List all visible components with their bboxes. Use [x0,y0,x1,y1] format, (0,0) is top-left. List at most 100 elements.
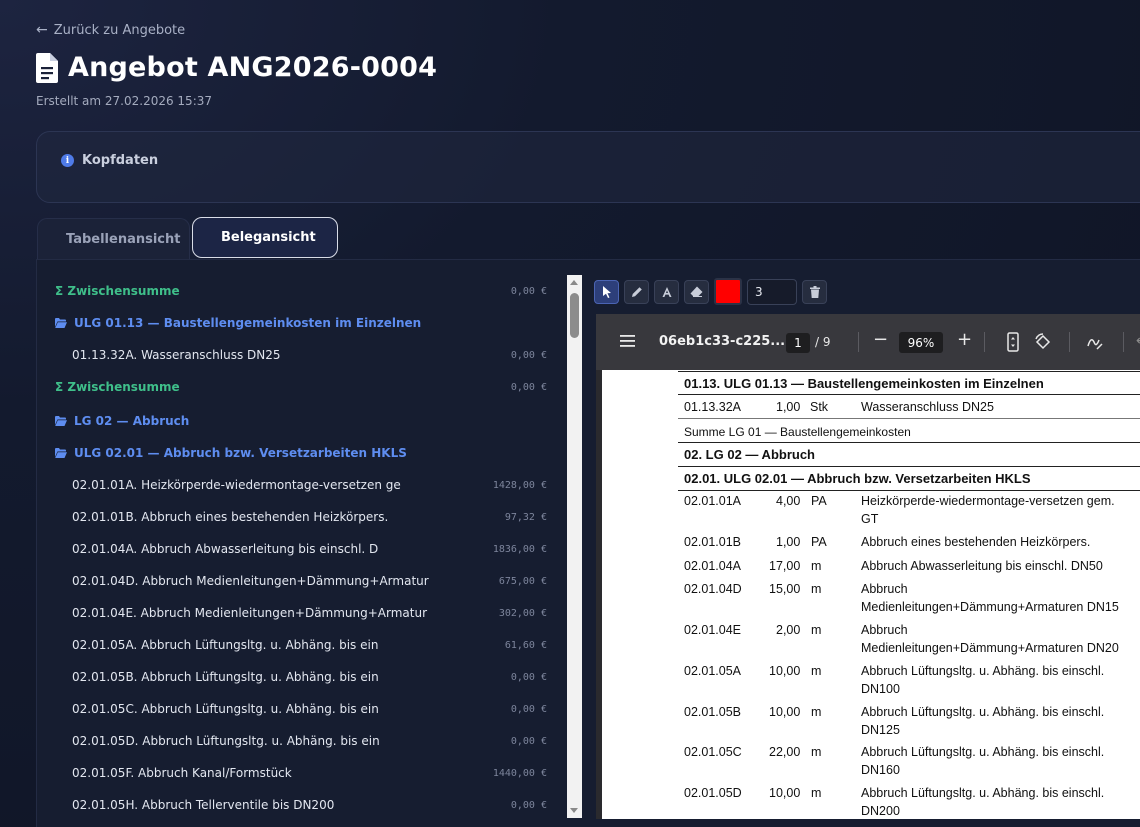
delete-annotation-button[interactable] [802,279,827,304]
item-label: 02.01.04D. Abbruch Medienleitungen+Dämmu… [72,574,429,588]
document-icon [36,52,58,83]
position-list[interactable]: Σ Zwischensumme 0,00 € ULG 01.13 — Baust… [37,275,567,820]
list-item[interactable]: 02.01.05C. Abbruch Lüftungsltg. u. Abhän… [37,693,567,725]
pdf-viewer[interactable]: 06eb1c33-c225... 1 / 9 − 96% + ⇠ 01.13. … [596,314,1140,819]
scroll-thumb[interactable] [570,293,579,338]
rule [678,466,1140,467]
more-tools-icon[interactable]: ⇠ [1136,333,1140,349]
tab-label: Tabellenansicht [66,231,181,247]
pdf-desc: Abbruch Lüftungsltg. u. Abhäng. bis eins… [861,705,1105,719]
amount: 1428,00 € [492,479,547,491]
pdf-toolbar: 06eb1c33-c225... 1 / 9 − 96% + ⇠ [596,314,1140,370]
zoom-select[interactable]: 96% [899,332,943,353]
pdf-desc: Abbruch Lüftungsltg. u. Abhäng. bis eins… [861,664,1105,678]
text-tool-button[interactable] [654,279,679,304]
list-scrollbar[interactable] [567,275,582,818]
list-item[interactable]: 02.01.01A. Heizkörperde-wiedermontage-ve… [37,469,567,501]
pdf-unit: m [811,559,822,573]
pencil-icon [631,286,642,297]
list-item[interactable]: 02.01.05D. Abbruch Lüftungsltg. u. Abhän… [37,725,567,757]
group-label: LG 02 — Abbruch [74,414,190,428]
kopfdaten-header: i Kopfdaten [61,153,158,168]
pdf-code: 02.01.01B [684,535,741,549]
group-label: ULG 02.01 — Abbruch bzw. Versetzarbeiten… [74,446,407,460]
eraser-tool-button[interactable] [684,279,709,304]
list-item[interactable]: Σ Zwischensumme 0,00 € [37,371,567,403]
scroll-up-icon[interactable] [570,280,578,285]
item-label: 02.01.04A. Abbruch Abwasserleitung bis e… [72,542,379,556]
list-item[interactable]: 02.01.04E. Abbruch Medienleitungen+Dämmu… [37,597,567,629]
list-item[interactable]: LG 02 — Abbruch [37,405,567,437]
pdf-qty: 22,00 [769,745,801,759]
kopfdaten-card[interactable]: i Kopfdaten [36,131,1140,203]
pdf-desc: DN125 [861,723,900,737]
cursor-icon [602,285,611,298]
folder-open-icon [55,416,67,426]
pdf-desc: GT [861,512,879,526]
amount: 0,00 € [510,735,547,747]
pdf-qty: 15,00 [769,582,801,596]
amount: 0,00 € [510,799,547,811]
amount: 0,00 € [510,349,547,361]
pdf-desc: Abbruch [861,582,908,596]
draw-icon[interactable] [1086,332,1104,352]
stroke-width-input[interactable]: 3 [747,278,797,305]
item-label: 02.01.05H. Abbruch Tellerventile bis DN2… [72,798,335,812]
list-item[interactable]: 01.13.32A. Wasseranschluss DN25 0,00 € [37,339,567,371]
pdf-heading: 02.01. ULG 02.01 — Abbruch bzw. Versetza… [684,471,1031,486]
pen-tool-button[interactable] [624,279,649,304]
rule [678,442,1140,443]
item-label: 01.13.32A. Wasseranschluss DN25 [72,348,281,362]
pdf-desc: Medienleitungen+Dämmung+Armaturen DN20 [861,641,1119,655]
group-label: ULG 01.13 — Baustellengemeinkosten im Ei… [74,316,422,330]
list-item[interactable]: ULG 01.13 — Baustellengemeinkosten im Ei… [37,307,567,339]
pdf-desc: Abbruch eines bestehenden Heizkörpers. [861,535,1091,549]
created-date: Erstellt am 27.02.2026 15:37 [36,94,213,108]
pdf-desc: Abbruch [861,623,908,637]
pdf-unit: PA [811,494,827,508]
folder-open-icon [55,318,67,328]
list-item[interactable]: 02.01.05B. Abbruch Lüftungsltg. u. Abhän… [37,661,567,693]
page-title: Angebot ANG2026-0004 [68,52,438,83]
back-link[interactable]: ← Zurück zu Angebote [36,22,185,38]
select-tool-button[interactable] [594,279,619,304]
kopfdaten-title: Kopfdaten [82,153,159,168]
list-item[interactable]: 02.01.01B. Abbruch eines bestehenden Hei… [37,501,567,533]
amount: 97,32 € [504,511,547,523]
fit-page-icon[interactable] [1004,332,1022,352]
group-label-wrap: LG 02 — Abbruch [37,414,189,428]
amount: 675,00 € [498,575,547,587]
pdf-desc: Heizkörperde-wiedermontage-versetzen gem… [861,494,1115,508]
menu-icon[interactable] [620,335,635,347]
list-item[interactable]: 02.01.05F. Abbruch Kanal/Formstück 1440,… [37,757,567,789]
zoom-out-button[interactable]: − [873,329,888,350]
pdf-qty: 1,00 [776,535,801,549]
list-item[interactable]: 02.01.04A. Abbruch Abwasserleitung bis e… [37,533,567,565]
toolbar-divider [858,332,859,352]
info-icon: i [61,154,74,167]
scroll-down-icon[interactable] [570,808,578,813]
amount: 0,00 € [510,381,547,393]
list-item[interactable]: Σ Zwischensumme 0,00 € [37,275,567,307]
list-item[interactable]: ULG 02.01 — Abbruch bzw. Versetzarbeiten… [37,437,567,469]
pdf-unit: m [811,786,822,800]
pdf-code: 02.01.01A [684,494,741,508]
color-picker[interactable] [714,278,742,305]
list-item[interactable]: 02.01.05A. Abbruch Lüftungsltg. u. Abhän… [37,629,567,661]
pdf-code: 02.01.05B [684,705,741,719]
tab-tabellenansicht[interactable]: Tabellenansicht [37,218,190,259]
amount: 1836,00 € [492,543,547,555]
list-item[interactable]: 02.01.05H. Abbruch Tellerventile bis DN2… [37,789,567,820]
tab-belegansicht[interactable]: Belegansicht [192,217,338,258]
subtotal-label: Σ Zwischensumme [55,380,180,394]
pdf-page: 01.13. ULG 01.13 — Baustellengemeinkoste… [602,370,1140,819]
list-item[interactable]: 02.01.04D. Abbruch Medienleitungen+Dämmu… [37,565,567,597]
text-icon [662,286,671,297]
page-number-input[interactable]: 1 [786,333,810,353]
group-label-wrap: ULG 02.01 — Abbruch bzw. Versetzarbeiten… [37,446,407,460]
zoom-in-button[interactable]: + [957,329,972,350]
pdf-code: 02.01.04E [684,623,741,637]
pdf-filename: 06eb1c33-c225... [659,334,786,349]
pdf-unit: m [811,623,822,637]
rotate-icon[interactable] [1034,332,1052,352]
